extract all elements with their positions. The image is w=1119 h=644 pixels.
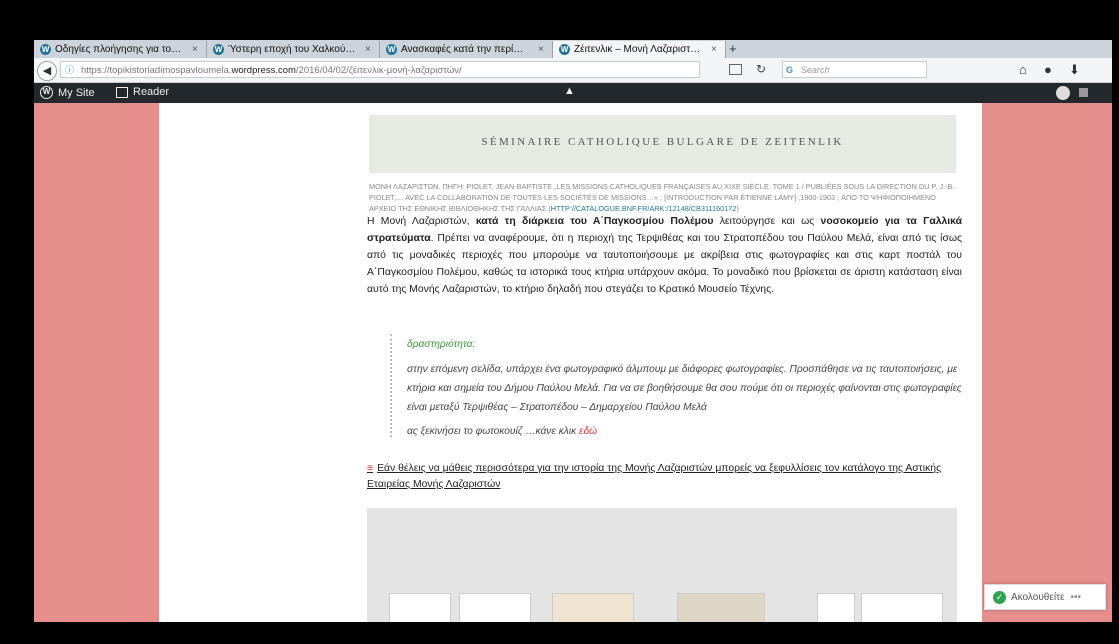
home-icon[interactable]: ⌂ [1019, 62, 1027, 77]
article-image[interactable]: SÉMINAIRE CATHOLIQUE BULGARE DE ZEITENLI… [369, 115, 956, 173]
wordpress-favicon-icon: W [40, 44, 51, 55]
reader-icon [116, 86, 128, 98]
right-margin-background [982, 103, 1112, 622]
caption-end: ) [736, 204, 739, 213]
wordpress-favicon-icon: W [386, 44, 397, 55]
tab-1[interactable]: W Οδηγίες πλοήγησης για το… × [34, 41, 207, 58]
tab-2[interactable]: W Ύστερη εποχή του Χαλκού… × [207, 41, 380, 58]
tab-label: Ύστερη εποχή του Χαλκού… [228, 44, 356, 55]
url-domain: wordpress.com [231, 65, 296, 76]
image-caption: ΜΟΝΗ ΛΑΖΑΡΙΣΤΩΝ. ΠΗΓΗ: PIOLET, JEAN-BAPT… [369, 181, 959, 214]
check-icon: ✓ [993, 590, 1006, 604]
caption-link[interactable]: HTTP://CATALOGUE.BNF.FR/ARK:/12148/CB311… [551, 204, 737, 213]
activity-link[interactable]: εδώ [579, 426, 597, 437]
catalogue-page-thumbnail[interactable] [552, 593, 634, 622]
catalogue-page-thumbnail[interactable] [677, 593, 765, 622]
activity-blockquote: δραστηριότητα: στην επόμενη σελίδα, υπάρ… [390, 334, 973, 437]
activity-start: ας ξεκινήσει το φωτοκουίζ …κάνε κλικ εδώ [407, 426, 973, 437]
catalogue-page-thumbnail[interactable] [861, 593, 943, 622]
avatar[interactable] [1056, 86, 1070, 100]
activity-title: δραστηριότητα: [407, 339, 476, 350]
activity-body: στην επόμενη σελίδα, υπάρχει ένα φωτογρα… [407, 364, 962, 413]
paragraph-bold: κατά τη διάρκεια του Α΄Παγκοσμίου Πολέμο… [475, 216, 714, 227]
search-placeholder: Search [801, 65, 830, 75]
url-path: /2016/04/02/ζέιτενλικ-μονή-λαζαριστών/ [295, 65, 462, 76]
back-button[interactable]: ◀ [37, 61, 57, 81]
navigation-bar: ◀ ⓘ https://topikistoriadimospavloumela.… [34, 58, 1112, 83]
close-tab-icon[interactable]: × [192, 44, 202, 55]
wordpress-admin-bar: W My Site Reader ▲ [34, 83, 1112, 103]
more-info-text: Εάν θέλεις να μάθεις περισσότερα για την… [367, 463, 942, 490]
catalogue-page-thumbnail[interactable] [817, 593, 855, 622]
tab-4-active[interactable]: W Ζέιτενλικ – Μονή Λαζαριστ… × [553, 41, 726, 58]
search-input[interactable]: G Search [782, 61, 927, 78]
browser-window: W Οδηγίες πλοήγησης για το… × W Ύστερη ε… [34, 40, 1112, 622]
follow-button[interactable]: ✓ Ακολουθείτε ••• [984, 584, 1106, 610]
url-prefix: https://topikistoriadimospavloumela. [81, 65, 232, 76]
tab-label: Οδηγίες πλοήγησης για το… [55, 44, 182, 55]
new-tab-button[interactable]: + [729, 41, 737, 56]
more-options-icon[interactable]: ••• [1070, 592, 1081, 603]
wordpress-logo-icon: W [40, 86, 53, 99]
embedded-catalogue[interactable] [367, 508, 957, 622]
page-content: SÉMINAIRE CATHOLIQUE BULGARE DE ZEITENLI… [159, 103, 982, 622]
image-text: SÉMINAIRE CATHOLIQUE BULGARE DE ZEITENLI… [481, 136, 844, 148]
tab-bar: W Οδηγίες πλοήγησης για το… × W Ύστερη ε… [34, 40, 1112, 58]
paragraph-text: λειτούργησε και ως [713, 216, 821, 227]
tab-3[interactable]: W Ανασκαφές κατά την περί… × [380, 41, 553, 58]
address-bar[interactable]: ⓘ https://topikistoriadimospavloumela.wo… [60, 61, 700, 78]
paragraph-text: . Πρέπει να αναφέρουμε, ότι η περιοχή τη… [367, 233, 962, 295]
download-icon[interactable]: ⬇ [1069, 62, 1080, 78]
menu-icon: ≡ [367, 463, 374, 474]
catalogue-page-thumbnail[interactable] [389, 593, 451, 622]
activity-start-text: ας ξεκινήσει το φωτοκουίζ …κάνε κλικ [407, 426, 580, 437]
site-info-icon[interactable]: ⓘ [65, 62, 74, 77]
more-info-link[interactable]: ≡ Εάν θέλεις να μάθεις περισσότερα για τη… [367, 461, 962, 493]
wordpress-favicon-icon: W [213, 44, 224, 55]
tab-label: Ανασκαφές κατά την περί… [401, 44, 524, 55]
reader-view-icon[interactable] [729, 64, 742, 75]
follow-label: Ακολουθείτε [1011, 591, 1065, 603]
catalogue-page-thumbnail[interactable] [459, 593, 531, 622]
close-tab-icon[interactable]: × [538, 44, 548, 55]
my-site-label: My Site [58, 86, 95, 99]
close-tab-icon[interactable]: × [365, 44, 375, 55]
wordpress-favicon-icon: W [559, 44, 570, 55]
collapse-icon[interactable]: ▲ [564, 85, 575, 97]
reader-label: Reader [133, 86, 170, 98]
reload-icon[interactable]: ↻ [756, 62, 766, 76]
tab-label: Ζέιτενλικ – Μονή Λαζαριστ… [574, 44, 701, 55]
article-paragraph: Η Μονή Λαζαριστών, κατά τη διάρκεια του … [367, 213, 962, 298]
left-margin-background [34, 103, 159, 622]
search-engine-icon[interactable]: G [786, 62, 793, 79]
reader-link[interactable]: Reader [116, 86, 169, 98]
close-tab-icon[interactable]: × [711, 44, 721, 55]
notifications-icon[interactable] [1079, 88, 1088, 97]
my-site-link[interactable]: W My Site [40, 86, 95, 99]
pocket-icon[interactable]: ● [1044, 62, 1052, 77]
paragraph-text: Η Μονή Λαζαριστών, [367, 216, 476, 227]
